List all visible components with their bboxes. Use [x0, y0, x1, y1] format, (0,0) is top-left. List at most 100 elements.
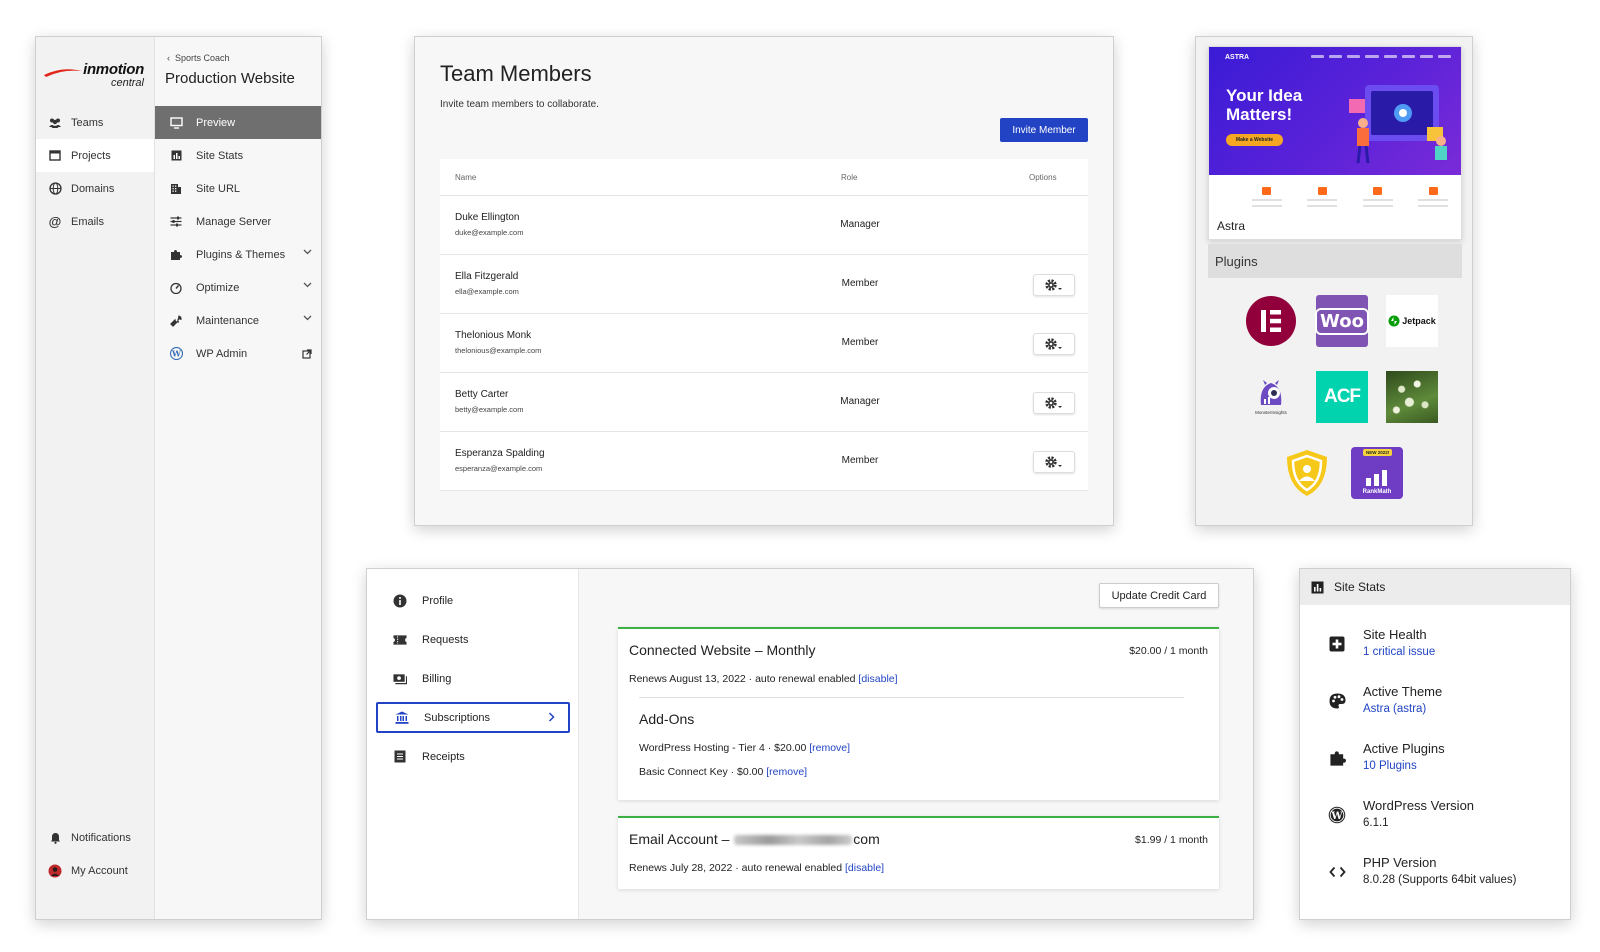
update-credit-card-button[interactable]: Update Credit Card	[1099, 583, 1219, 608]
chevron-down-icon[interactable]	[303, 282, 312, 288]
nav-item-teams[interactable]: Teams	[36, 106, 154, 139]
remove-link[interactable]: [remove]	[809, 742, 850, 754]
project-nav-label: Maintenance	[196, 314, 259, 327]
project-nav-item-wp-admin[interactable]: W WP Admin	[155, 337, 321, 370]
divider	[639, 697, 1184, 698]
member-options-button[interactable]	[1033, 333, 1075, 355]
nav-item-projects[interactable]: Projects	[36, 139, 154, 172]
project-nav-label: WP Admin	[196, 347, 248, 360]
nav-item-label: Notifications	[71, 831, 131, 844]
globe-icon	[48, 182, 62, 196]
page-subtitle: Invite team members to collaborate.	[440, 99, 599, 110]
member-name: Ella Fitzgerald	[455, 271, 519, 282]
subscription-renewal: Renews August 13, 2022 · auto renewal en…	[629, 673, 898, 685]
subscription-title-prefix: Email Account –	[629, 831, 730, 847]
ticket-icon	[393, 633, 407, 647]
plugin-label: MonsterInsights	[1255, 410, 1287, 415]
theme-plugins-panel: ASTRA Your Idea Matters! Make a Website	[1195, 36, 1473, 526]
theme-cta: Make a Website	[1226, 134, 1283, 146]
account-menu-item-requests[interactable]: Requests	[376, 624, 570, 655]
nav-item-emails[interactable]: @ Emails	[36, 205, 154, 238]
member-options-button[interactable]	[1033, 274, 1075, 296]
stat-value: 8.0.28 (Supports 64bit values)	[1363, 874, 1517, 886]
wordpress-icon: W	[169, 347, 183, 361]
elementor-icon[interactable]	[1245, 295, 1297, 347]
acf-icon[interactable]: ACF	[1316, 371, 1368, 423]
nav-item-notifications[interactable]: Notifications	[36, 821, 154, 854]
plugin-label: RankMath	[1362, 489, 1392, 495]
project-nav-item-maintenance[interactable]: Maintenance	[155, 304, 321, 337]
plugin-label: Woo	[1315, 307, 1369, 335]
addon-text: WordPress Hosting - Tier 4 · $20.00	[639, 742, 807, 754]
info-icon	[393, 594, 407, 608]
plugin-label: Jetpack	[1402, 316, 1436, 326]
account-menu-item-subscriptions[interactable]: Subscriptions	[376, 702, 570, 733]
stat-value-link[interactable]: 1 critical issue	[1363, 646, 1435, 658]
stat-label: PHP Version	[1363, 855, 1437, 870]
project-nav-item-manage-server[interactable]: Manage Server	[155, 205, 321, 238]
remove-link[interactable]: [remove]	[766, 766, 807, 778]
stat-wordpress-version: W WordPress Version 6.1.1	[1300, 792, 1570, 842]
bell-icon	[48, 831, 62, 845]
project-nav-item-optimize[interactable]: Optimize	[155, 271, 321, 304]
theme-preview[interactable]: ASTRA Your Idea Matters! Make a Website	[1208, 46, 1462, 240]
woo-icon[interactable]: Woo	[1315, 295, 1369, 347]
account-menu-item-receipts[interactable]: Receipts	[376, 741, 570, 772]
chevron-down-icon[interactable]	[303, 249, 312, 255]
gear-icon	[1045, 456, 1062, 468]
column-header-name: Name	[455, 173, 477, 182]
chevron-left-icon: ‹	[167, 53, 175, 63]
nav-item-label: My Account	[71, 864, 128, 877]
stat-label: Site Health	[1363, 627, 1427, 642]
code-icon	[1328, 863, 1346, 881]
member-name: Betty Carter	[455, 389, 509, 400]
project-nav-item-plugins-themes[interactable]: Plugins & Themes	[155, 238, 321, 271]
nav-item-my-account[interactable]: My Account	[36, 854, 154, 887]
site-stats-header: Site Stats	[1300, 569, 1570, 605]
column-header-options: Options	[1029, 173, 1057, 182]
site-stats-panel: Site Stats Site Health 1 critical issue …	[1299, 568, 1571, 920]
receipt-icon	[393, 750, 407, 764]
inmotion-logo[interactable]: inmotion central	[44, 59, 148, 95]
rankmath-icon[interactable]: NEW 2022! RankMath	[1351, 447, 1403, 499]
window-icon	[48, 149, 62, 163]
nav-item-domains[interactable]: Domains	[36, 172, 154, 205]
project-nav-item-site-stats[interactable]: Site Stats	[155, 139, 321, 172]
member-name: Thelonious Monk	[455, 330, 532, 341]
shield-icon[interactable]	[1281, 447, 1333, 499]
theme-name: Astra	[1217, 219, 1246, 233]
table-row: Esperanza Spalding esperanza@example.com…	[440, 432, 1088, 491]
project-nav-label: Optimize	[196, 281, 240, 294]
stat-label: Active Plugins	[1363, 741, 1445, 756]
project-nav-item-site-url[interactable]: Site URL	[155, 172, 321, 205]
plugin-badge: NEW 2022!	[1363, 449, 1393, 456]
subscriptions-panel: Profile Requests Billing Subscriptions R…	[366, 568, 1254, 920]
account-menu-item-billing[interactable]: Billing	[376, 663, 570, 694]
project-nav-item-preview[interactable]: Preview	[155, 106, 321, 139]
table-row: Duke Ellington duke@example.com Manager	[440, 196, 1088, 255]
breadcrumb[interactable]: ‹ Sports Coach	[167, 53, 230, 63]
nav-item-label: Domains	[71, 182, 115, 195]
account-menu-item-profile[interactable]: Profile	[376, 585, 570, 616]
external-link-icon[interactable]	[302, 349, 312, 359]
member-options-button[interactable]	[1033, 392, 1075, 414]
member-options-button[interactable]	[1033, 451, 1075, 473]
theme-logo: ASTRA	[1225, 54, 1250, 61]
addon-text: Basic Connect Key · $0.00	[639, 766, 764, 778]
chevron-down-icon[interactable]	[303, 315, 312, 321]
flowers-photo-icon[interactable]	[1386, 371, 1438, 423]
disable-link[interactable]: [disable]	[845, 862, 884, 874]
stat-site-health: Site Health 1 critical issue	[1300, 621, 1570, 671]
breadcrumb-label: Sports Coach	[175, 53, 230, 63]
invite-member-button[interactable]: Invite Member	[1000, 118, 1088, 142]
disable-link[interactable]: [disable]	[858, 673, 897, 685]
gear-icon	[1045, 338, 1062, 350]
jetpack-icon[interactable]: Jetpack	[1386, 295, 1438, 347]
stat-value-link[interactable]: 10 Plugins	[1363, 760, 1417, 772]
monsterinsights-icon[interactable]: MonsterInsights	[1245, 371, 1297, 423]
svg-text:W: W	[171, 349, 182, 359]
subscription-price: $20.00 / 1 month	[1129, 645, 1208, 657]
theme-headline: Your Idea Matters!	[1226, 86, 1303, 124]
stat-value-link[interactable]: Astra (astra)	[1363, 703, 1426, 715]
subscription-title: Email Account – com	[629, 831, 880, 847]
